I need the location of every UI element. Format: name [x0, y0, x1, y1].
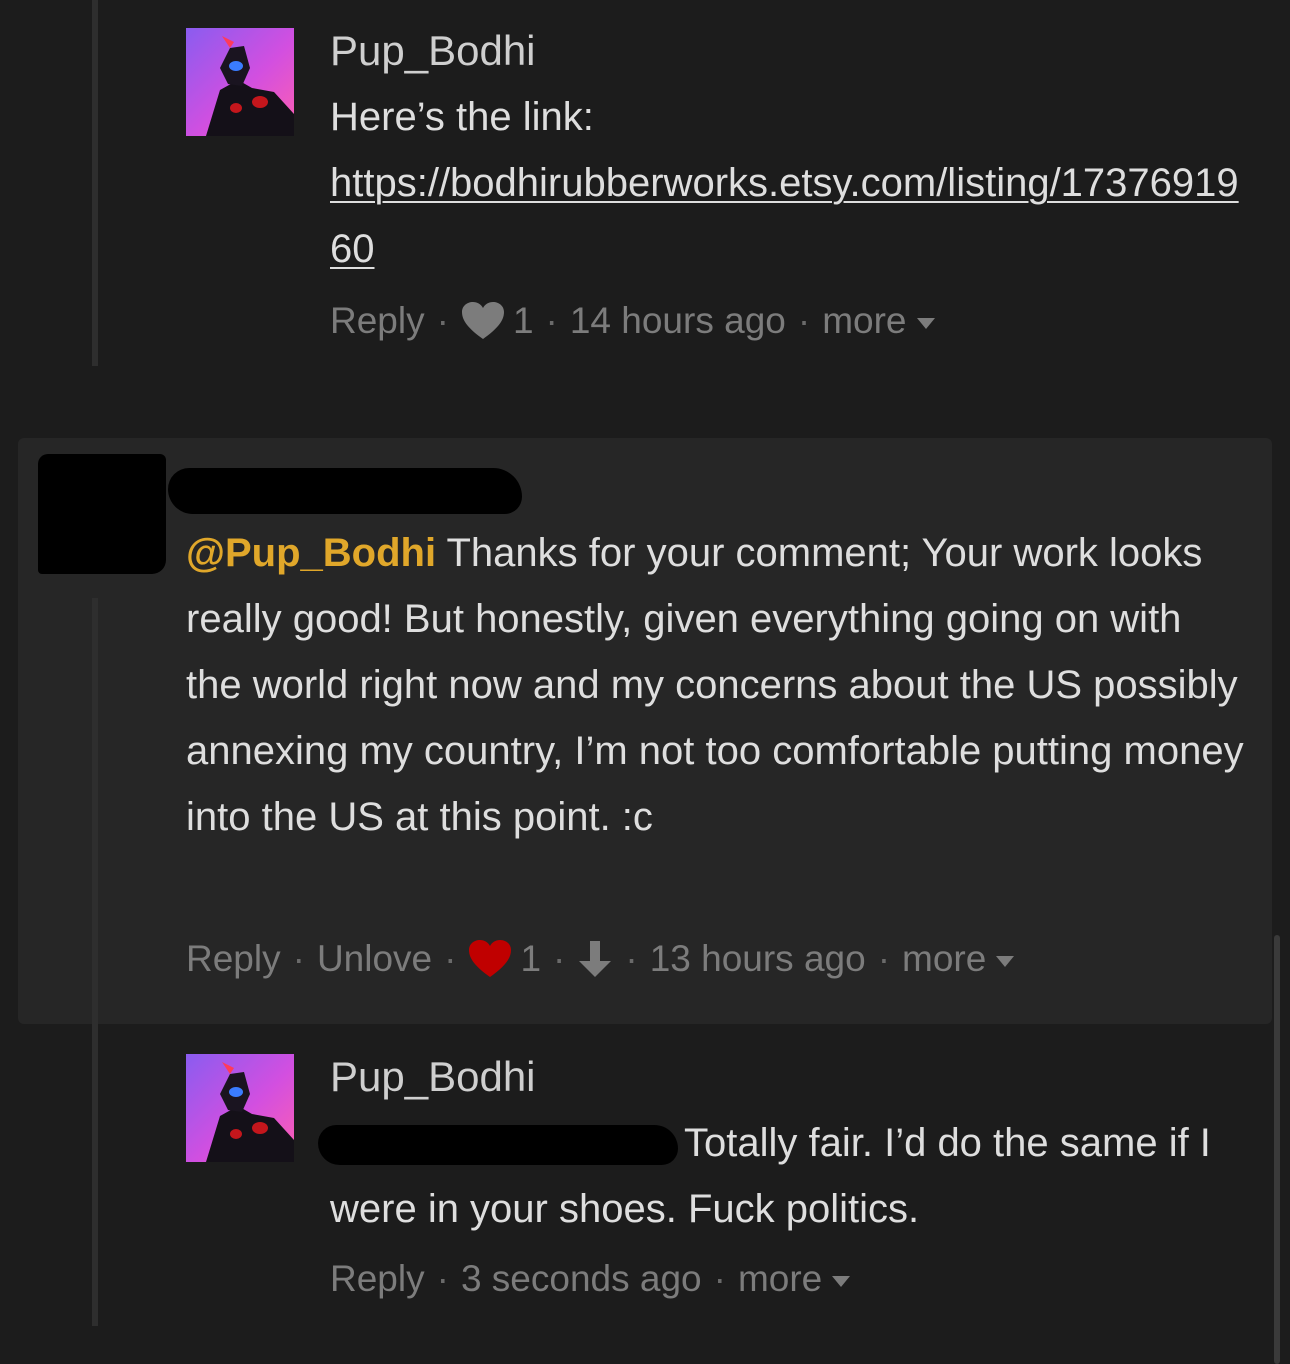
reply-button[interactable]: Reply: [330, 300, 425, 342]
more-menu-button[interactable]: more: [902, 938, 1015, 980]
listing-link[interactable]: https://bodhirubberworks.etsy.com/listin…: [330, 150, 1250, 282]
comment-actions: Reply · 3 seconds ago · more: [330, 1258, 1250, 1300]
more-menu-button[interactable]: more: [822, 300, 935, 342]
comment: @Pup_Bodhi Thanks for your comment; Your…: [18, 438, 1272, 1024]
heart-icon[interactable]: [461, 301, 505, 341]
more-label: more: [737, 1258, 823, 1299]
separator: ·: [292, 938, 305, 979]
comment-actions: Reply · Unlove · 1 · · 13 hours ago · mo…: [186, 938, 1015, 980]
more-menu-button[interactable]: more: [737, 1258, 851, 1300]
redacted-mention: [318, 1125, 678, 1166]
redacted-avatar: [38, 454, 166, 574]
comment: Pup_Bodhi Here’s the link: https://bodhi…: [0, 0, 1290, 380]
caret-down-icon: [916, 317, 935, 329]
comment-timestamp[interactable]: 14 hours ago: [570, 300, 786, 342]
comment-timestamp[interactable]: 13 hours ago: [650, 938, 866, 980]
comment-text: Here’s the link:: [330, 95, 594, 139]
more-label: more: [822, 300, 907, 341]
user-avatar[interactable]: [186, 1054, 294, 1162]
separator: ·: [436, 1258, 449, 1299]
comment-text: Thanks for your comment; Your work looks…: [186, 531, 1244, 839]
separator: ·: [713, 1258, 726, 1299]
like-count: 1: [512, 300, 534, 341]
user-avatar[interactable]: [186, 28, 294, 136]
separator: ·: [797, 300, 811, 341]
separator: ·: [877, 938, 891, 979]
reply-button[interactable]: Reply: [330, 1258, 425, 1300]
comment-username[interactable]: Pup_Bodhi: [330, 26, 1250, 76]
downvote-arrow-icon[interactable]: [577, 939, 613, 979]
separator: ·: [436, 300, 449, 341]
comment-body: @Pup_Bodhi Thanks for your comment; Your…: [186, 520, 1246, 850]
reply-button[interactable]: Reply: [186, 938, 281, 980]
comment-timestamp[interactable]: 3 seconds ago: [461, 1258, 702, 1300]
more-label: more: [902, 938, 987, 979]
heart-icon[interactable]: [468, 939, 512, 979]
comment: Pup_Bodhi Totally fair. I’d do the same …: [0, 1040, 1290, 1360]
comment-username[interactable]: Pup_Bodhi: [330, 1052, 1250, 1102]
caret-down-icon: [996, 955, 1015, 967]
comment-thread-page: Pup_Bodhi Here’s the link: https://bodhi…: [0, 0, 1290, 1364]
like-count: 1: [520, 938, 542, 979]
separator: ·: [625, 938, 638, 979]
unlove-button[interactable]: Unlove: [317, 938, 432, 980]
comment-actions: Reply · 1 · 14 hours ago · more: [330, 300, 1250, 342]
separator: ·: [553, 938, 566, 979]
separator: ·: [444, 938, 457, 979]
comment-body: Totally fair. I’d do the same if I were …: [318, 1110, 1250, 1242]
caret-down-icon: [832, 1275, 851, 1287]
user-mention[interactable]: @Pup_Bodhi: [186, 531, 436, 575]
comment-body: Here’s the link: https://bodhirubberwork…: [330, 84, 1250, 282]
separator: ·: [545, 300, 558, 341]
redacted-username: [168, 468, 522, 514]
